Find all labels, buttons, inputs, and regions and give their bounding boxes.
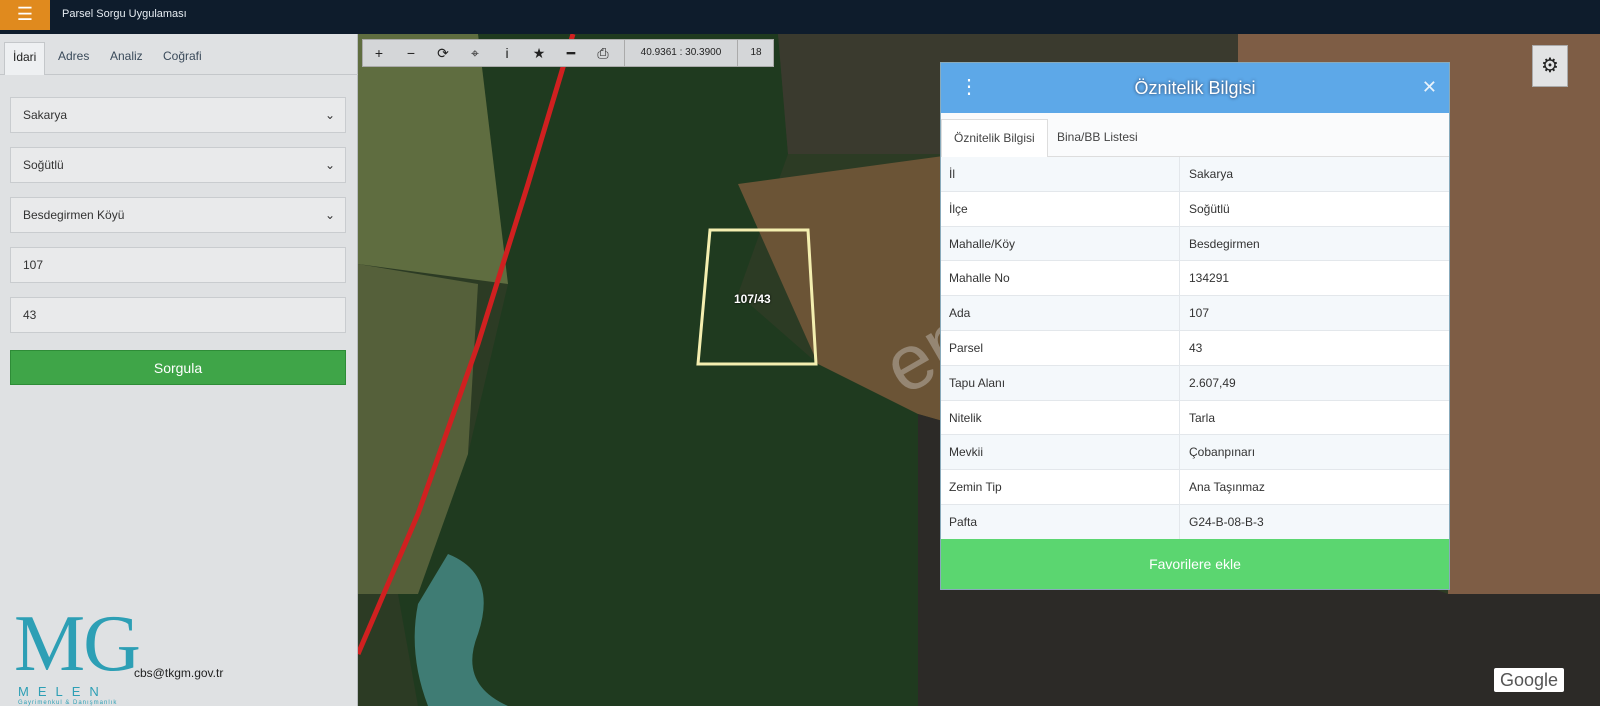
- table-row: Mahalle/Köy Besdegirmen: [941, 226, 1449, 262]
- app-header: ☰ Parsel Sorgu Uygulaması: [0, 0, 1600, 34]
- kebab-menu-icon[interactable]: ⋮: [959, 75, 979, 99]
- zoom-level: 18: [750, 47, 762, 58]
- ilce-select-value: Soğütlü: [23, 158, 64, 172]
- info-icon[interactable]: i: [491, 40, 523, 66]
- zoom-in-icon[interactable]: +: [363, 40, 395, 66]
- row-key: Parsel: [949, 340, 984, 355]
- app-window: ☰ Parsel Sorgu Uygulaması İdari Adres An…: [0, 0, 1600, 706]
- row-value: 107: [1189, 306, 1210, 321]
- row-value: 43: [1189, 340, 1203, 355]
- menu-button[interactable]: ☰: [0, 0, 50, 30]
- row-key: Mahalle No: [949, 271, 1010, 286]
- table-row: İlçe Soğütlü: [941, 191, 1449, 227]
- hamburger-icon: ☰: [16, 4, 34, 24]
- tab-bina-listesi[interactable]: Bina/BB Listesi: [1045, 119, 1150, 157]
- popup-tabs: Öznitelik Bilgisi Bina/BB Listesi: [941, 113, 1449, 157]
- zoom-out-icon[interactable]: −: [395, 40, 427, 66]
- chevron-down-icon: ⌄: [324, 158, 335, 172]
- il-select[interactable]: Sakarya ⌄: [10, 97, 346, 133]
- mahalle-select-value: Besdegirmen Köyü: [23, 208, 125, 222]
- row-key: Mahalle/Köy: [949, 236, 1016, 251]
- table-row: Tapu Alanı 2.607,49: [941, 365, 1449, 401]
- row-key: Ada: [949, 306, 971, 321]
- company-logo: MG MELEN Gayrimenkul & Danışmanlık: [14, 600, 174, 706]
- ada-input[interactable]: 107: [10, 247, 346, 283]
- table-row: Mahalle No 134291: [941, 261, 1449, 297]
- il-select-value: Sakarya: [23, 108, 68, 122]
- row-key: Mevkii: [949, 445, 984, 460]
- close-icon[interactable]: ✕: [1422, 77, 1437, 98]
- map-toolbar: + − ⟳ ⌖ i ★ ━ ⎙ 40.9361 : 30.3900 18: [362, 39, 774, 67]
- row-value: Besdegirmen: [1189, 236, 1260, 251]
- logo-subtitle: Gayrimenkul & Danışmanlık: [18, 700, 118, 706]
- row-value: 2.607,49: [1189, 375, 1236, 390]
- star-icon[interactable]: ★: [523, 40, 555, 66]
- popup-header: Öznitelik Bilgisi ⋮ ✕: [941, 63, 1449, 113]
- popup-title: Öznitelik Bilgisi: [1134, 78, 1256, 98]
- row-value: Çobanpınarı: [1189, 445, 1256, 460]
- mahalle-select[interactable]: Besdegirmen Köyü ⌄: [10, 197, 346, 233]
- query-sidebar: İdari Adres Analiz Coğrafi Sakarya ⌄ Soğ…: [0, 34, 358, 706]
- coordinate-readout: 40.9361 : 30.3900: [624, 40, 738, 66]
- gear-icon: ⚙: [1541, 55, 1559, 77]
- tab-analiz[interactable]: Analiz: [102, 42, 151, 75]
- row-key: Pafta: [949, 514, 978, 529]
- ilce-select[interactable]: Soğütlü ⌄: [10, 147, 346, 183]
- row-value: Ana Taşınmaz: [1189, 480, 1265, 495]
- row-key: Tapu Alanı: [949, 375, 1006, 390]
- measure-icon[interactable]: ━: [555, 40, 587, 66]
- row-key: Nitelik: [949, 410, 982, 425]
- attribute-popup: Öznitelik Bilgisi ⋮ ✕ Öznitelik Bilgisi …: [940, 62, 1450, 590]
- row-value: Tarla: [1189, 410, 1216, 425]
- row-value: 134291: [1189, 271, 1230, 286]
- row-key: Zemin Tip: [949, 480, 1002, 495]
- logo-name: MELEN: [18, 684, 108, 699]
- table-row: Zemin Tip Ana Taşınmaz: [941, 470, 1449, 505]
- sidebar-tabs: İdari Adres Analiz Coğrafi: [0, 34, 358, 75]
- table-row: Parsel 43: [941, 330, 1449, 366]
- add-favorite-button[interactable]: Favorilere ekle: [941, 539, 1449, 589]
- table-row: Mevkii Çobanpınarı: [941, 435, 1449, 471]
- table-row: İl Sakarya: [941, 157, 1449, 192]
- chevron-down-icon: ⌄: [324, 108, 335, 122]
- contact-email: cbs@tkgm.gov.tr: [134, 666, 224, 680]
- logo-letters: MG: [14, 600, 141, 688]
- query-button[interactable]: Sorgula: [10, 350, 346, 385]
- row-value: Soğütlü: [1189, 201, 1230, 216]
- attribute-table: İl Sakarya İlçe Soğütlü Mahalle/Köy Besdegi…: [941, 157, 1449, 540]
- table-row: Ada 107: [941, 296, 1449, 331]
- parcel-label: 107/43: [734, 292, 771, 306]
- locate-icon[interactable]: ⌖: [459, 40, 491, 66]
- tab-cografi[interactable]: Coğrafi: [155, 42, 210, 75]
- row-value: Sakarya: [1189, 167, 1234, 181]
- tab-idari[interactable]: İdari: [4, 42, 46, 75]
- row-key: İl: [949, 167, 955, 181]
- table-row: Nitelik Tarla: [941, 400, 1449, 436]
- settings-button[interactable]: ⚙: [1532, 45, 1568, 87]
- row-key: İlçe: [949, 201, 968, 216]
- refresh-icon[interactable]: ⟳: [427, 40, 459, 66]
- map-attribution: Google: [1494, 668, 1564, 692]
- tab-oznitelik[interactable]: Öznitelik Bilgisi: [941, 119, 1048, 157]
- table-row: Pafta G24-B-08-B-3: [941, 504, 1449, 540]
- parsel-input[interactable]: 43: [10, 297, 346, 333]
- chevron-down-icon: ⌄: [324, 208, 335, 222]
- row-value: G24-B-08-B-3: [1189, 514, 1264, 529]
- app-title: Parsel Sorgu Uygulaması: [62, 8, 187, 20]
- tab-adres[interactable]: Adres: [50, 42, 97, 75]
- print-icon[interactable]: ⎙: [587, 40, 619, 66]
